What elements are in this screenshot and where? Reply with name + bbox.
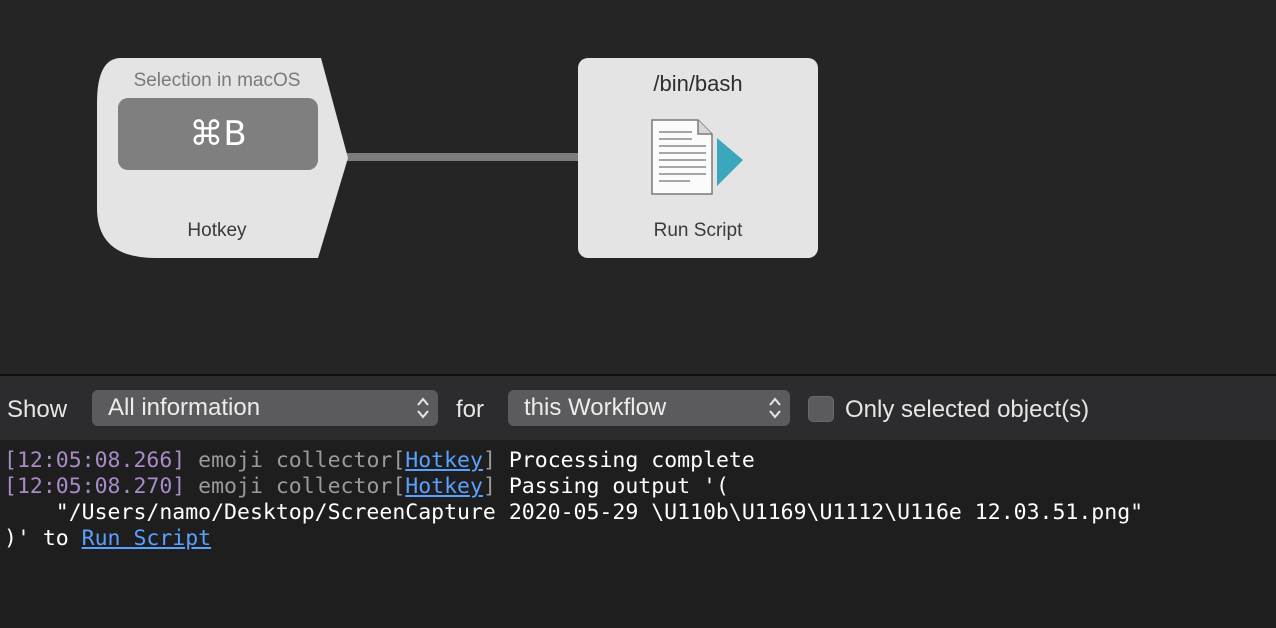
- log-line: )' to Run Script: [4, 526, 1143, 552]
- workflow-window: Selection in macOS ⌘B Hotkey /bin/bash R…: [0, 0, 1276, 628]
- for-label: for: [456, 396, 485, 423]
- information-level-value: All information: [108, 394, 261, 421]
- script-document-icon: [651, 119, 743, 195]
- log-continuation-line: "/Users/namo/Desktop/ScreenCapture 2020-…: [4, 500, 1144, 525]
- show-label: Show: [7, 396, 68, 423]
- log-source: emoji collector[: [198, 448, 406, 473]
- workflow-scope-value: this Workflow: [524, 394, 667, 421]
- debug-log-panel: Show All information for this Workflow O…: [0, 374, 1276, 628]
- log-object-link[interactable]: Hotkey: [405, 448, 483, 473]
- log-message: )' to: [4, 526, 82, 551]
- workflow-canvas[interactable]: Selection in macOS ⌘B Hotkey /bin/bash R…: [0, 0, 1276, 374]
- only-selected-checkbox[interactable]: [808, 396, 834, 422]
- log-line: [12:05:08.266] emoji collector[Hotkey] P…: [4, 448, 1143, 474]
- log-output: [12:05:08.266] emoji collector[Hotkey] P…: [4, 448, 1143, 552]
- run-script-node-label: Run Script: [653, 220, 743, 241]
- workflow-scope-select[interactable]: this Workflow: [508, 390, 790, 426]
- log-message: Processing complete: [508, 448, 755, 473]
- log-source-end: ]: [482, 448, 496, 473]
- node-connector[interactable]: [340, 153, 580, 161]
- log-toolbar: Show All information for this Workflow O…: [0, 376, 1276, 440]
- log-timestamp: [12:05:08.270]: [4, 474, 186, 499]
- log-timestamp: [12:05:08.266]: [4, 448, 186, 473]
- log-source-end: ]: [482, 474, 496, 499]
- script-language-label: /bin/bash: [653, 71, 743, 96]
- up-down-chevron-icon: [769, 397, 781, 419]
- log-message: Passing output '(: [508, 474, 729, 499]
- hotkey-key-badge: ⌘B: [118, 98, 318, 170]
- log-object-link[interactable]: Hotkey: [405, 474, 483, 499]
- log-object-link[interactable]: Run Script: [82, 526, 211, 551]
- hotkey-node[interactable]: Selection in macOS ⌘B Hotkey: [97, 58, 349, 258]
- run-script-node[interactable]: /bin/bash Run Script: [578, 58, 818, 258]
- up-down-chevron-icon: [417, 397, 429, 419]
- log-line: [12:05:08.270] emoji collector[Hotkey] P…: [4, 474, 1143, 500]
- information-level-select[interactable]: All information: [92, 390, 438, 426]
- hotkey-scope-label: Selection in macOS: [133, 70, 301, 91]
- only-selected-label[interactable]: Only selected object(s): [845, 396, 1089, 424]
- hotkey-node-label: Hotkey: [187, 220, 247, 241]
- log-source: emoji collector[: [198, 474, 406, 499]
